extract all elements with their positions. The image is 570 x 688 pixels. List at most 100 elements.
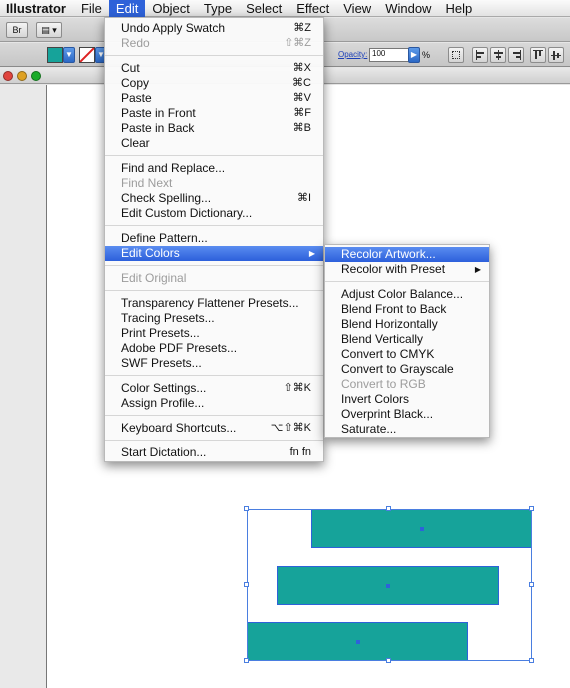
align-middle-icon[interactable] — [548, 47, 564, 63]
menu-bar: Illustrator File Edit Object Type Select… — [0, 0, 570, 17]
menu-item-define-pattern[interactable]: Define Pattern... — [105, 231, 323, 246]
menu-item-keyboard-shortcuts[interactable]: Keyboard Shortcuts... ⌥⇧⌘K — [105, 421, 323, 436]
menu-item-start-dictation[interactable]: Start Dictation... fn fn — [105, 445, 323, 460]
menu-item-label: Color Settings... — [121, 381, 207, 395]
menu-item-label: Print Presets... — [121, 326, 200, 340]
menu-item-label: Adobe PDF Presets... — [121, 341, 238, 355]
resize-handle-s[interactable] — [386, 658, 391, 663]
menu-item-print-presets[interactable]: Print Presets... — [105, 326, 323, 341]
menu-item-saturate[interactable]: Saturate... — [325, 422, 489, 437]
menu-edit[interactable]: Edit — [108, 0, 146, 17]
close-window-icon[interactable] — [3, 71, 13, 81]
menu-item-edit-colors[interactable]: Edit Colors ▶ — [105, 246, 323, 261]
menu-item-assign-profile[interactable]: Assign Profile... — [105, 396, 323, 411]
menu-item-clear[interactable]: Clear — [105, 136, 323, 151]
menu-help[interactable]: Help — [438, 0, 479, 17]
resize-handle-nw[interactable] — [244, 506, 249, 511]
resize-handle-ne[interactable] — [529, 506, 534, 511]
align-center-icon[interactable] — [490, 47, 506, 63]
submenu-arrow-icon: ▶ — [474, 265, 481, 274]
minimize-window-icon[interactable] — [17, 71, 27, 81]
arrange-documents-button[interactable]: ▤ ▾ — [36, 22, 62, 38]
menu-item-undo[interactable]: Undo Apply Swatch ⌘Z — [105, 21, 323, 36]
resize-handle-n[interactable] — [386, 506, 391, 511]
menu-item-label: Clear — [121, 136, 150, 150]
resize-handle-w[interactable] — [244, 582, 249, 587]
menu-item-swf-presets[interactable]: SWF Presets... — [105, 356, 323, 371]
menu-item-label: Adjust Color Balance... — [341, 287, 464, 301]
menu-separator — [105, 265, 323, 266]
fill-dropdown-arrow[interactable]: ▼ — [63, 47, 75, 63]
menu-item-label: Convert to CMYK — [341, 347, 435, 361]
menu-item-convert-to-rgb: Convert to RGB — [325, 377, 489, 392]
menu-item-blend-front-to-back[interactable]: Blend Front to Back — [325, 302, 489, 317]
menu-item-check-spelling[interactable]: Check Spelling... ⌘I — [105, 191, 323, 206]
menu-item-label: Blend Front to Back — [341, 302, 447, 316]
selection-bounding-box — [247, 509, 532, 661]
zoom-window-icon[interactable] — [31, 71, 41, 81]
menu-item-shortcut: ⇧⌘K — [283, 382, 311, 394]
menu-item-label: Copy — [121, 76, 150, 90]
menu-window[interactable]: Window — [378, 0, 438, 17]
menu-item-shortcut: ⌘F — [293, 107, 311, 119]
menu-separator — [105, 415, 323, 416]
resize-handle-e[interactable] — [529, 582, 534, 587]
menu-item-label: Tracing Presets... — [121, 311, 215, 325]
menu-item-label: Undo Apply Swatch — [121, 21, 226, 35]
menu-app-illustrator[interactable]: Illustrator — [0, 0, 74, 17]
menu-item-adobe-pdf-presets[interactable]: Adobe PDF Presets... — [105, 341, 323, 356]
menu-object[interactable]: Object — [145, 0, 197, 17]
menu-item-find-and-replace[interactable]: Find and Replace... — [105, 161, 323, 176]
menu-item-adjust-color-balance[interactable]: Adjust Color Balance... — [325, 287, 489, 302]
bridge-button[interactable]: Br — [6, 22, 28, 38]
fill-color-swatch[interactable] — [47, 47, 63, 63]
menu-item-label: Transparency Flattener Presets... — [121, 296, 299, 310]
menu-item-copy[interactable]: Copy ⌘C — [105, 76, 323, 91]
menu-item-shortcut: ⌘X — [292, 62, 311, 74]
menu-item-paste-in-back[interactable]: Paste in Back ⌘B — [105, 121, 323, 136]
menu-item-color-settings[interactable]: Color Settings... ⇧⌘K — [105, 381, 323, 396]
menu-item-shortcut: ⌘Z — [293, 22, 311, 34]
menu-item-label: Paste in Front — [121, 106, 196, 120]
menu-item-label: Convert to RGB — [341, 377, 426, 391]
menu-item-invert-colors[interactable]: Invert Colors — [325, 392, 489, 407]
stroke-color-swatch[interactable] — [79, 47, 95, 63]
menu-item-blend-horizontally[interactable]: Blend Horizontally — [325, 317, 489, 332]
menu-separator — [325, 281, 489, 282]
menu-item-label: Paste in Back — [121, 121, 195, 135]
menu-view[interactable]: View — [336, 0, 378, 17]
menu-item-transparency-flattener-presets[interactable]: Transparency Flattener Presets... — [105, 296, 323, 311]
menu-item-blend-vertically[interactable]: Blend Vertically — [325, 332, 489, 347]
menu-item-label: Recolor Artwork... — [341, 247, 436, 261]
resize-handle-sw[interactable] — [244, 658, 249, 663]
align-top-icon[interactable] — [530, 47, 546, 63]
menu-type[interactable]: Type — [197, 0, 239, 17]
menu-item-recolor-artwork[interactable]: Recolor Artwork... — [325, 247, 489, 262]
menu-item-label: Edit Original — [121, 271, 187, 285]
menu-separator — [105, 155, 323, 156]
menu-file[interactable]: File — [74, 0, 109, 17]
menu-item-convert-to-cmyk[interactable]: Convert to CMYK — [325, 347, 489, 362]
menu-item-tracing-presets[interactable]: Tracing Presets... — [105, 311, 323, 326]
menu-item-recolor-with-preset[interactable]: Recolor with Preset ▶ — [325, 262, 489, 277]
reference-point-icon[interactable] — [448, 47, 464, 63]
resize-handle-se[interactable] — [529, 658, 534, 663]
menu-effect[interactable]: Effect — [289, 0, 336, 17]
menu-item-cut[interactable]: Cut ⌘X — [105, 61, 323, 76]
edit-menu-dropdown: Undo Apply Swatch ⌘Z Redo ⇧⌘Z Cut ⌘X Cop… — [104, 17, 324, 462]
menu-item-convert-to-grayscale[interactable]: Convert to Grayscale — [325, 362, 489, 377]
opacity-dropdown-arrow[interactable]: ▶ — [408, 47, 420, 63]
menu-item-label: Convert to Grayscale — [341, 362, 454, 376]
menu-item-paste-in-front[interactable]: Paste in Front ⌘F — [105, 106, 323, 121]
menu-item-paste[interactable]: Paste ⌘V — [105, 91, 323, 106]
menu-item-label: Keyboard Shortcuts... — [121, 421, 237, 435]
menu-item-edit-original: Edit Original — [105, 271, 323, 286]
menu-item-overprint-black[interactable]: Overprint Black... — [325, 407, 489, 422]
menu-separator — [105, 375, 323, 376]
menu-item-edit-custom-dictionary[interactable]: Edit Custom Dictionary... — [105, 206, 323, 221]
menu-select[interactable]: Select — [239, 0, 289, 17]
opacity-label[interactable]: Opacity: — [338, 50, 367, 59]
opacity-input[interactable]: 100 — [369, 48, 409, 62]
align-right-icon[interactable] — [508, 47, 524, 63]
align-left-icon[interactable] — [472, 47, 488, 63]
